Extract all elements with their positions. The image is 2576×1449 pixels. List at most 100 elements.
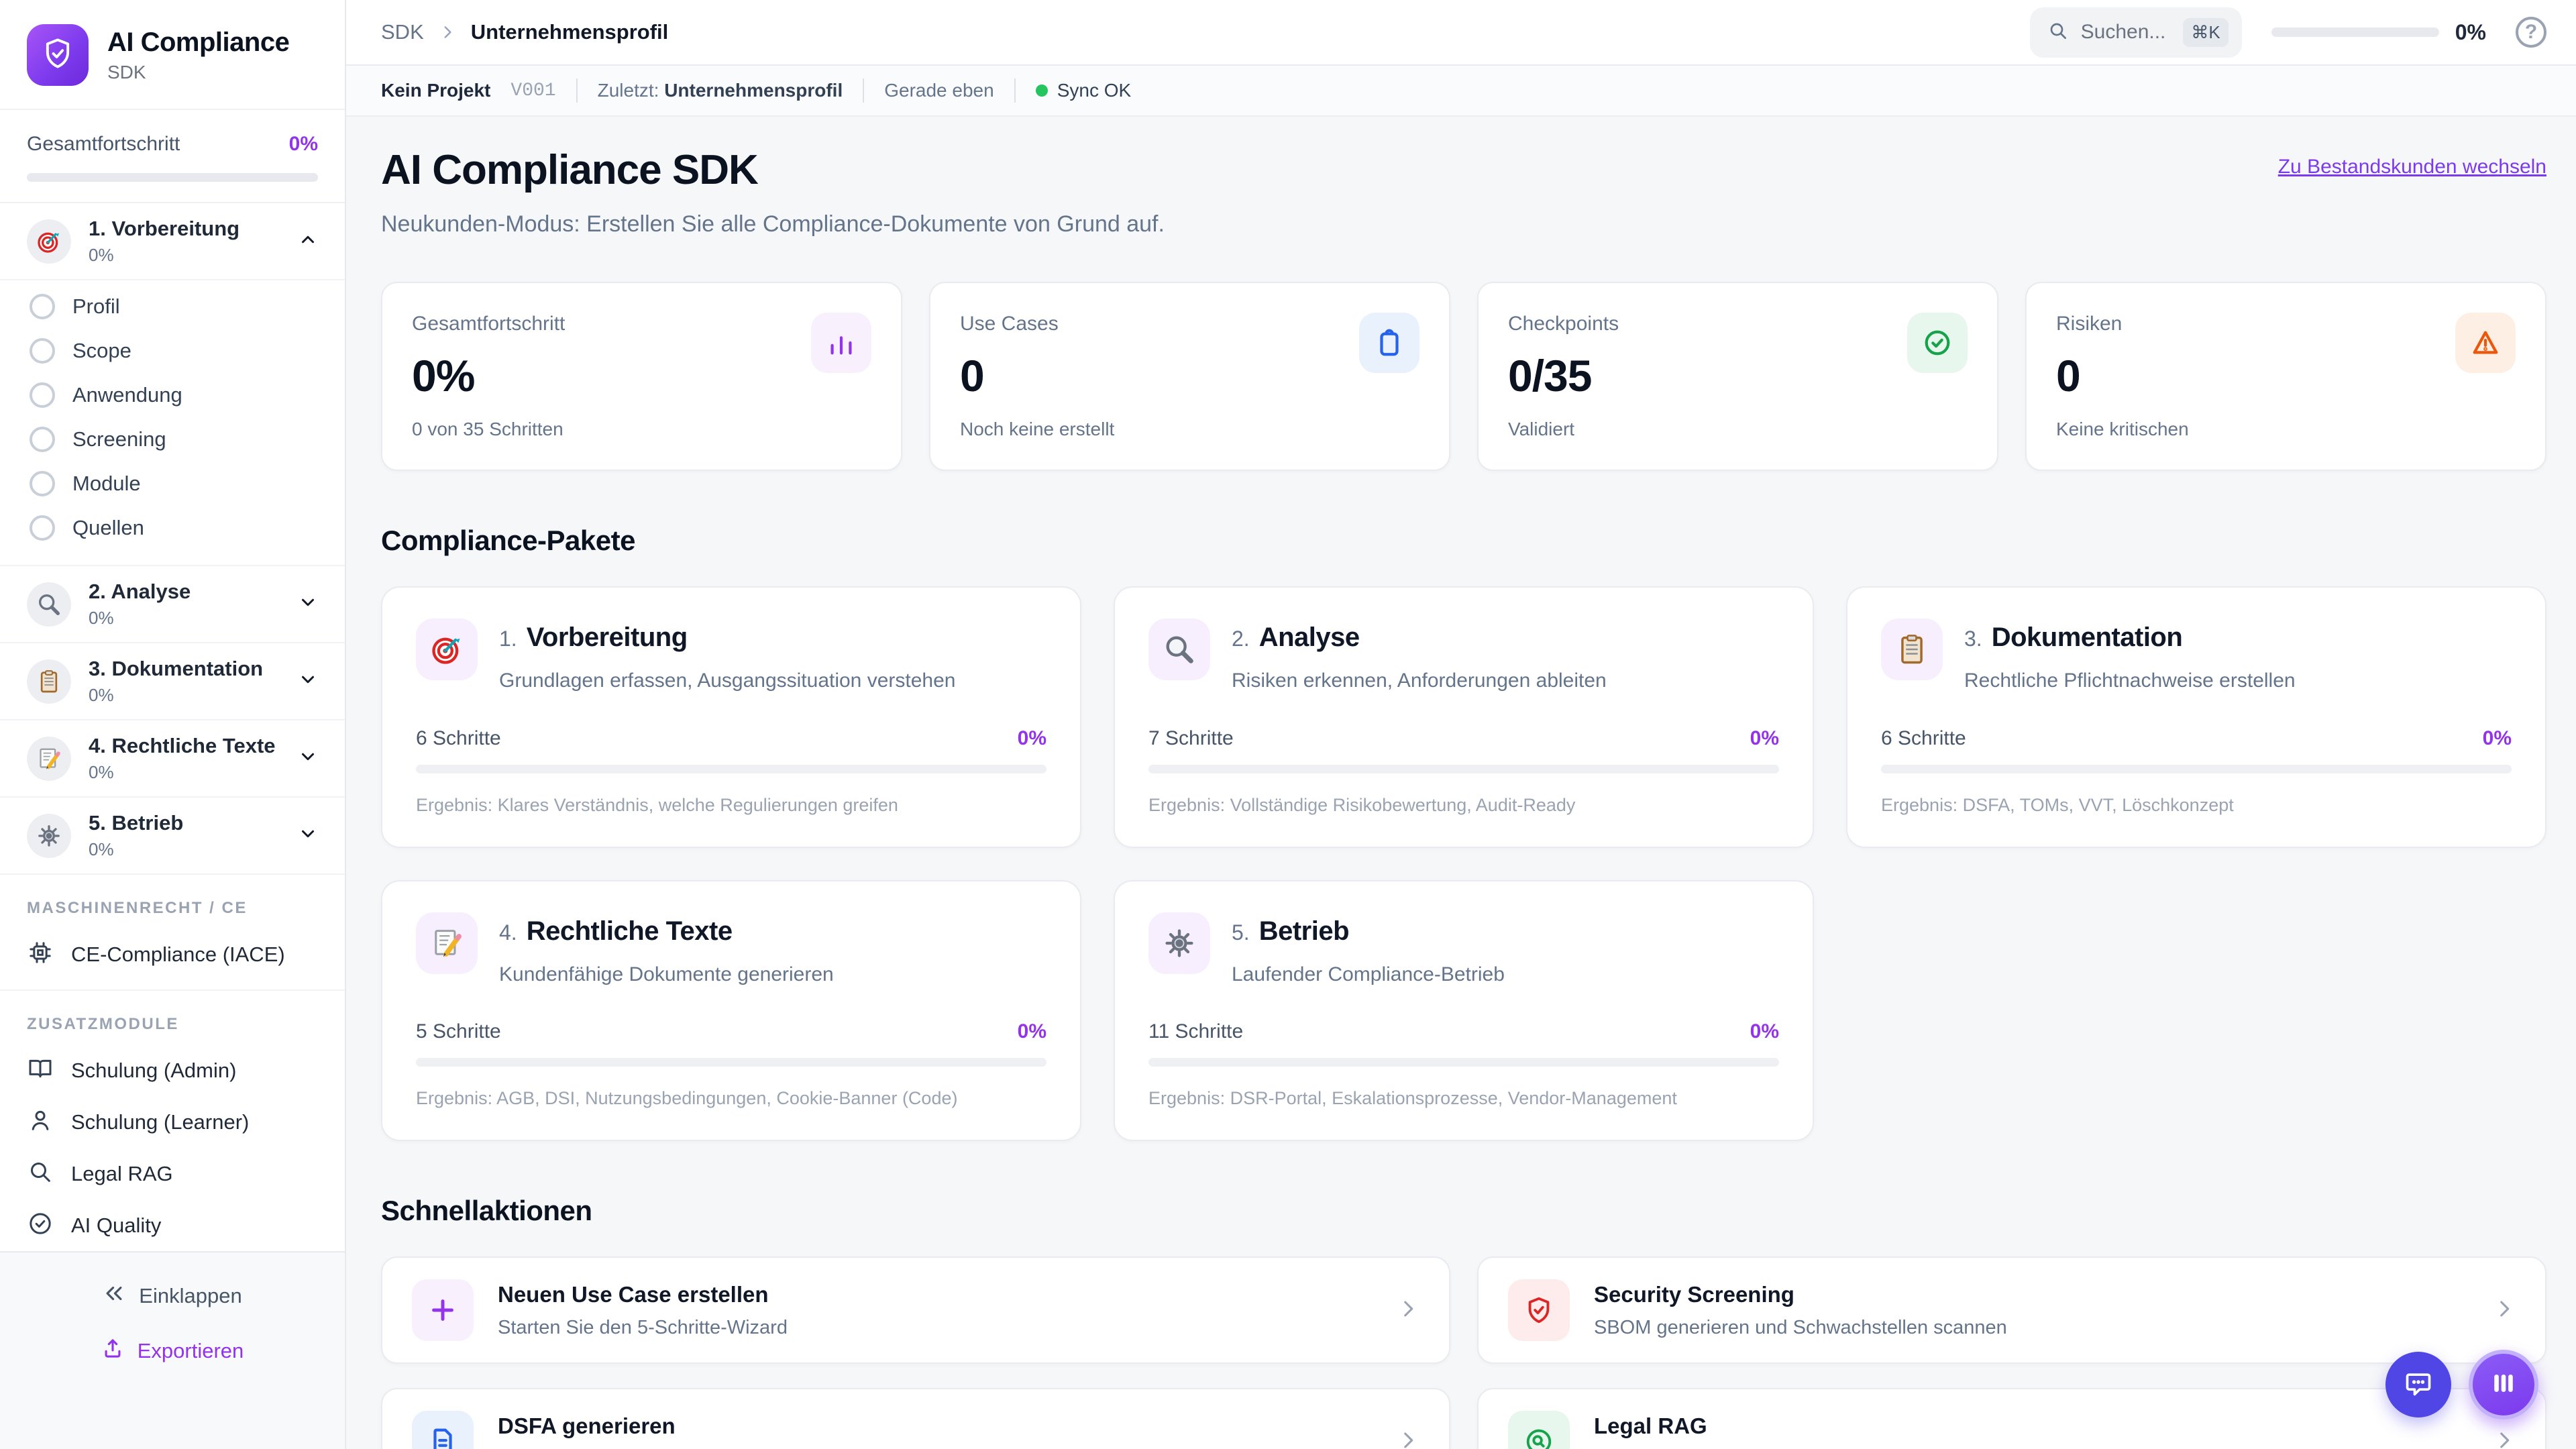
version-badge: V001 — [511, 80, 556, 101]
breadcrumb-current: Unternehmensprofil — [470, 20, 669, 44]
stat-card-gesamtfortschritt: Gesamtfortschritt 0% 0 von 35 Schritten — [381, 282, 902, 471]
package-card-analyse[interactable]: 2. Analyse Risiken erkennen, Anforderung… — [1114, 586, 1814, 848]
package-progress: 0% — [1017, 1020, 1046, 1042]
upload-icon — [101, 1337, 124, 1365]
app-subtitle: SDK — [107, 61, 146, 83]
phase-label: 4. Rechtliche Texte — [89, 734, 276, 757]
export-label: Exportieren — [137, 1339, 244, 1362]
target-icon — [416, 619, 478, 680]
collapse-label: Einklappen — [139, 1284, 242, 1307]
sidebar-item-label: Legal RAG — [71, 1161, 173, 1185]
action-new-use-case[interactable]: Neuen Use Case erstellen Starten Sie den… — [381, 1256, 1450, 1364]
phase-progress: 0% — [89, 608, 114, 628]
stat-card-use-cases: Use Cases 0 Noch keine erstellt — [929, 282, 1450, 471]
chevron-right-icon — [2493, 1429, 2516, 1449]
sidebar-nav: 1. Vorbereitung 0% Profil Scope Anwendun… — [0, 203, 345, 1251]
main-column: SDK Unternehmensprofil Suchen... ⌘K 0% ?… — [346, 0, 2576, 1449]
package-result: Ergebnis: Klares Verständnis, welche Reg… — [416, 794, 898, 815]
cpu-icon — [27, 939, 54, 969]
step-item-quellen[interactable]: Quellen — [0, 506, 345, 550]
overall-progress-bar — [27, 173, 318, 182]
packages-grid: 1. Vorbereitung Grundlagen erfassen, Aus… — [381, 586, 2546, 1141]
package-card-betrieb[interactable]: 5. Betrieb Laufender Compliance-Betrieb … — [1114, 879, 1814, 1141]
sidebar-item-schulung-learner[interactable]: Schulung (Learner) — [0, 1096, 345, 1148]
packages-heading: Compliance-Pakete — [381, 525, 635, 556]
last-edited: Zuletzt: Unternehmensprofil — [598, 80, 843, 101]
sidebar-item-ce-compliance[interactable]: CE-Compliance (IACE) — [0, 928, 345, 980]
package-result: Ergebnis: DSR-Portal, Eskalationsprozess… — [1148, 1088, 1677, 1108]
switch-customers-link[interactable]: Zu Bestandskunden wechseln — [2278, 156, 2546, 178]
chat-button[interactable] — [2385, 1352, 2451, 1417]
help-icon[interactable] — [2516, 17, 2546, 48]
search-placeholder: Suchen... — [2080, 21, 2166, 43]
section-header-maschinenrecht: MASCHINENRECHT / CE — [27, 899, 248, 917]
magnifier-icon — [27, 582, 71, 627]
sidebar-phase-dokumentation[interactable]: 3. Dokumentation 0% — [0, 643, 345, 720]
page-title: AI Compliance SDK — [381, 147, 759, 193]
package-card-dokumentation[interactable]: 3. Dokumentation Rechtliche Pflichtnachw… — [1846, 586, 2546, 848]
step-radio[interactable] — [30, 471, 55, 496]
sidebar-item-ai-quality[interactable]: AI Quality — [0, 1199, 345, 1251]
package-number: 2. — [1232, 627, 1250, 651]
chevron-down-icon — [298, 747, 318, 770]
stat-card-risiken: Risiken 0 Keine kritischen — [2025, 282, 2546, 471]
export-button[interactable]: Exportieren — [101, 1337, 244, 1365]
stat-card-checkpoints: Checkpoints 0/35 Validiert — [1477, 282, 1998, 471]
step-label: Screening — [72, 427, 166, 451]
sync-status-label: Sync OK — [1057, 80, 1132, 101]
package-progress-bar — [1148, 764, 1779, 773]
stat-label: Use Cases — [960, 313, 1059, 335]
package-name: Betrieb — [1258, 916, 1350, 946]
step-radio[interactable] — [30, 382, 55, 408]
clipboard-icon — [1359, 313, 1419, 373]
action-dsfa-generieren[interactable]: DSFA generieren Datenschutz-Folgenabscha… — [381, 1388, 1450, 1449]
sidebar-item-legal-rag[interactable]: Legal RAG — [0, 1148, 345, 1199]
stats-row: Gesamtfortschritt 0% 0 von 35 Schritten … — [381, 282, 2546, 471]
package-progress: 0% — [1017, 727, 1046, 749]
topbar-progress-bar — [2271, 28, 2439, 37]
package-steps: 7 Schritte — [1148, 727, 1234, 749]
package-card-rechtliche-texte[interactable]: 4. Rechtliche Texte Kundenfähige Dokumen… — [381, 879, 1081, 1141]
last-saved-time: Gerade eben — [884, 80, 994, 101]
sidebar-item-schulung-admin[interactable]: Schulung (Admin) — [0, 1044, 345, 1096]
sidebar-phase-betrieb[interactable]: 5. Betrieb 0% — [0, 798, 345, 875]
topbar-progress-value: 0% — [2455, 19, 2486, 44]
step-item-scope[interactable]: Scope — [0, 329, 345, 373]
section-header-zusatzmodule: ZUSATZMODULE — [27, 1015, 179, 1033]
sidebar-item-label: AI Quality — [71, 1213, 162, 1237]
clipboard-icon — [27, 659, 71, 704]
memo-pencil-icon — [416, 912, 478, 974]
stat-subtext: Noch keine erstellt — [960, 419, 1115, 439]
action-title: Security Screening — [1594, 1281, 1794, 1307]
search-shortcut-badge: ⌘K — [2183, 17, 2229, 47]
modules-button[interactable] — [2469, 1350, 2538, 1419]
divider — [863, 78, 865, 103]
step-item-anwendung[interactable]: Anwendung — [0, 373, 345, 417]
shield-check-icon — [40, 36, 75, 74]
stat-label: Gesamtfortschritt — [412, 313, 566, 335]
sidebar-phase-rechtliche-texte[interactable]: 4. Rechtliche Texte 0% — [0, 720, 345, 798]
page-subtitle: Neukunden-Modus: Erstellen Sie alle Comp… — [381, 211, 1165, 237]
sidebar-phase-analyse[interactable]: 2. Analyse 0% — [0, 566, 345, 643]
action-security-screening[interactable]: Security Screening SBOM generieren und S… — [1477, 1256, 2546, 1364]
step-radio[interactable] — [30, 294, 55, 319]
package-progress-bar — [1148, 1058, 1779, 1067]
package-progress: 0% — [1750, 727, 1779, 749]
search-input[interactable]: Suchen... ⌘K — [2029, 7, 2242, 58]
sidebar-phase-vorbereitung[interactable]: 1. Vorbereitung 0% — [0, 203, 345, 280]
step-radio[interactable] — [30, 515, 55, 541]
status-bar: Kein Projekt V001 Zuletzt: Unternehmensp… — [346, 66, 2576, 117]
step-radio[interactable] — [30, 338, 55, 364]
package-card-vorbereitung[interactable]: 1. Vorbereitung Grundlagen erfassen, Aus… — [381, 586, 1081, 848]
breadcrumb-root[interactable]: SDK — [381, 20, 424, 44]
step-item-screening[interactable]: Screening — [0, 417, 345, 462]
step-radio[interactable] — [30, 427, 55, 452]
step-item-profil[interactable]: Profil — [0, 284, 345, 329]
collapse-sidebar-button[interactable]: Einklappen — [103, 1282, 242, 1310]
package-description: Kundenfähige Dokumente generieren — [499, 963, 834, 985]
app-window: AI Compliance SDK Gesamtfortschritt 0% 1… — [0, 0, 2576, 1449]
step-label: Module — [72, 472, 141, 495]
phase-progress: 0% — [89, 685, 114, 705]
sidebar-overall-progress: Gesamtfortschritt 0% — [0, 110, 345, 203]
step-item-module[interactable]: Module — [0, 462, 345, 506]
